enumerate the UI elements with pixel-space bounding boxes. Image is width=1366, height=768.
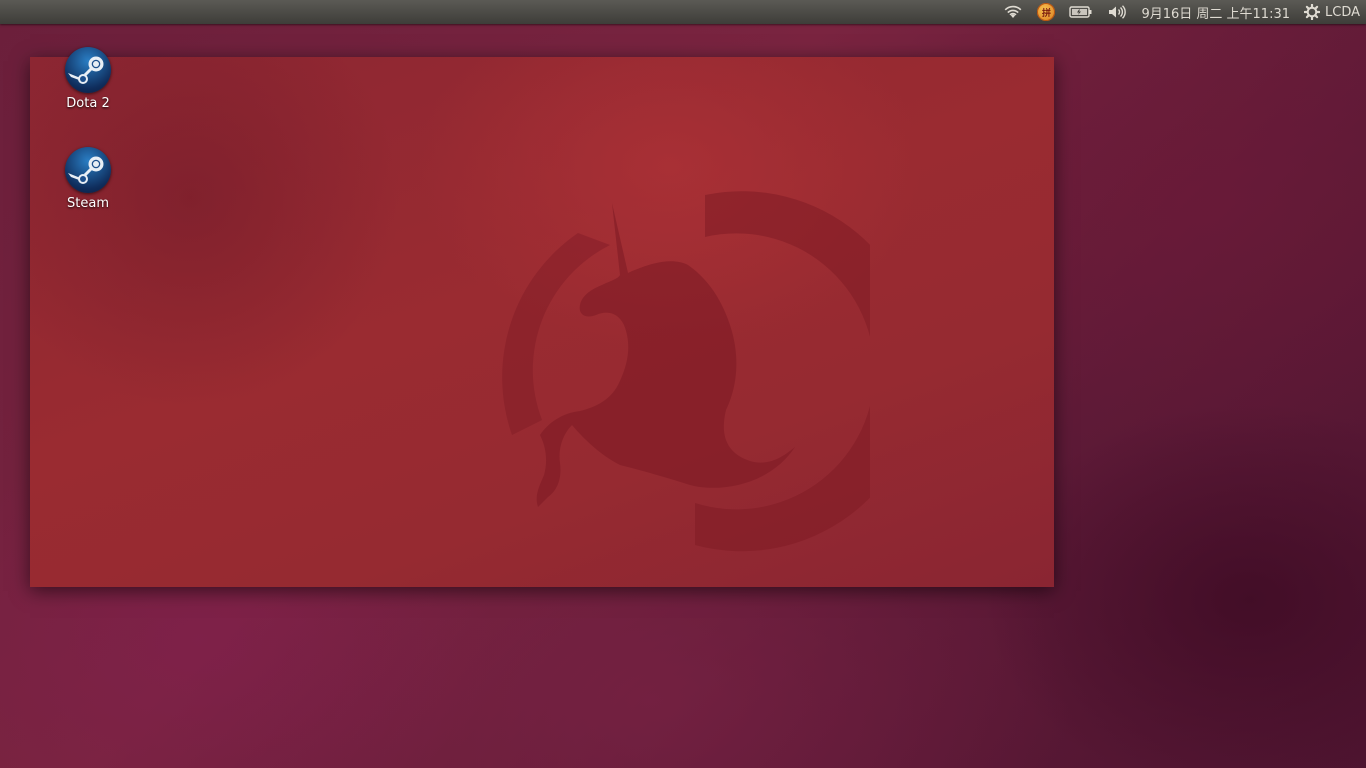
session-indicator[interactable]: LCDA <box>1297 0 1360 24</box>
sound-indicator[interactable] <box>1100 0 1134 24</box>
top-panel: 拼 9月16日 周二 上午11:31 LCDA <box>0 0 1366 24</box>
battery-icon <box>1069 6 1092 18</box>
input-method-icon: 拼 <box>1037 3 1056 21</box>
desktop: 拼 9月16日 周二 上午11:31 LCDA Dota 2 Steam <box>0 0 1366 768</box>
clock-text: 9月16日 周二 上午11:31 <box>1141 6 1290 22</box>
session-user-name: LCDA <box>1325 4 1360 20</box>
network-indicator[interactable] <box>996 0 1030 24</box>
clock-indicator[interactable]: 9月16日 周二 上午11:31 <box>1134 0 1297 24</box>
battery-indicator[interactable] <box>1062 0 1100 24</box>
gear-icon <box>1304 4 1320 20</box>
steam-icon <box>65 147 111 193</box>
input-method-indicator[interactable]: 拼 <box>1030 0 1062 24</box>
desktop-icon-dota2[interactable]: Dota 2 <box>48 47 128 111</box>
wifi-icon <box>1005 5 1022 18</box>
indicator-area: 拼 9月16日 周二 上午11:31 LCDA <box>996 0 1360 24</box>
input-method-glyph: 拼 <box>1041 8 1051 19</box>
desktop-icon-steam[interactable]: Steam <box>48 147 128 211</box>
desktop-icon-label: Dota 2 <box>66 96 110 111</box>
wallpaper-preview-window <box>30 57 1054 587</box>
volume-icon <box>1109 5 1127 19</box>
desktop-icon-label: Steam <box>67 196 109 211</box>
steam-icon <box>65 47 111 93</box>
unicorn-logo-icon <box>502 191 870 552</box>
